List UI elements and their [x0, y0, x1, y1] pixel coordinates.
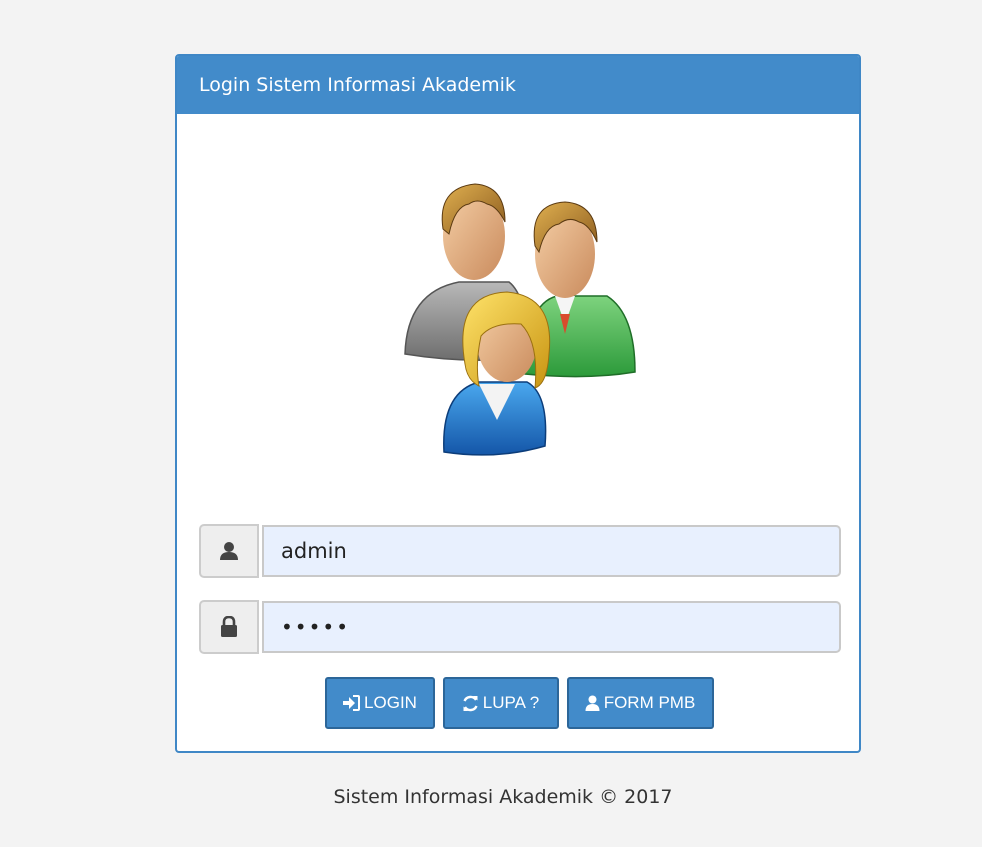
user-icon [585, 695, 600, 711]
pmb-label: FORM PMB [603, 693, 696, 712]
username-group [199, 524, 841, 578]
user-icon [199, 524, 259, 578]
username-input[interactable] [262, 525, 841, 577]
password-group [199, 600, 841, 654]
panel-title: Login Sistem Informasi Akademik [177, 56, 859, 114]
login-button[interactable]: LOGIN [324, 677, 435, 729]
password-input[interactable] [262, 601, 841, 653]
lupa-label: LUPA ? [482, 693, 540, 712]
sign-in-icon [343, 695, 361, 711]
action-buttons: LOGIN LUPA ? FORM PMB [177, 677, 859, 729]
form-pmb-button[interactable]: FORM PMB [566, 677, 714, 729]
footer-text: Sistem Informasi Akademik © 2017 [333, 786, 673, 808]
refresh-icon [463, 695, 478, 711]
forgot-password-button[interactable]: LUPA ? [442, 677, 559, 729]
login-label: LOGIN [364, 693, 417, 712]
lock-icon [199, 600, 259, 654]
users-group-icon [404, 183, 636, 456]
login-panel: Login Sistem Informasi Akademik admin ••… [175, 54, 861, 753]
